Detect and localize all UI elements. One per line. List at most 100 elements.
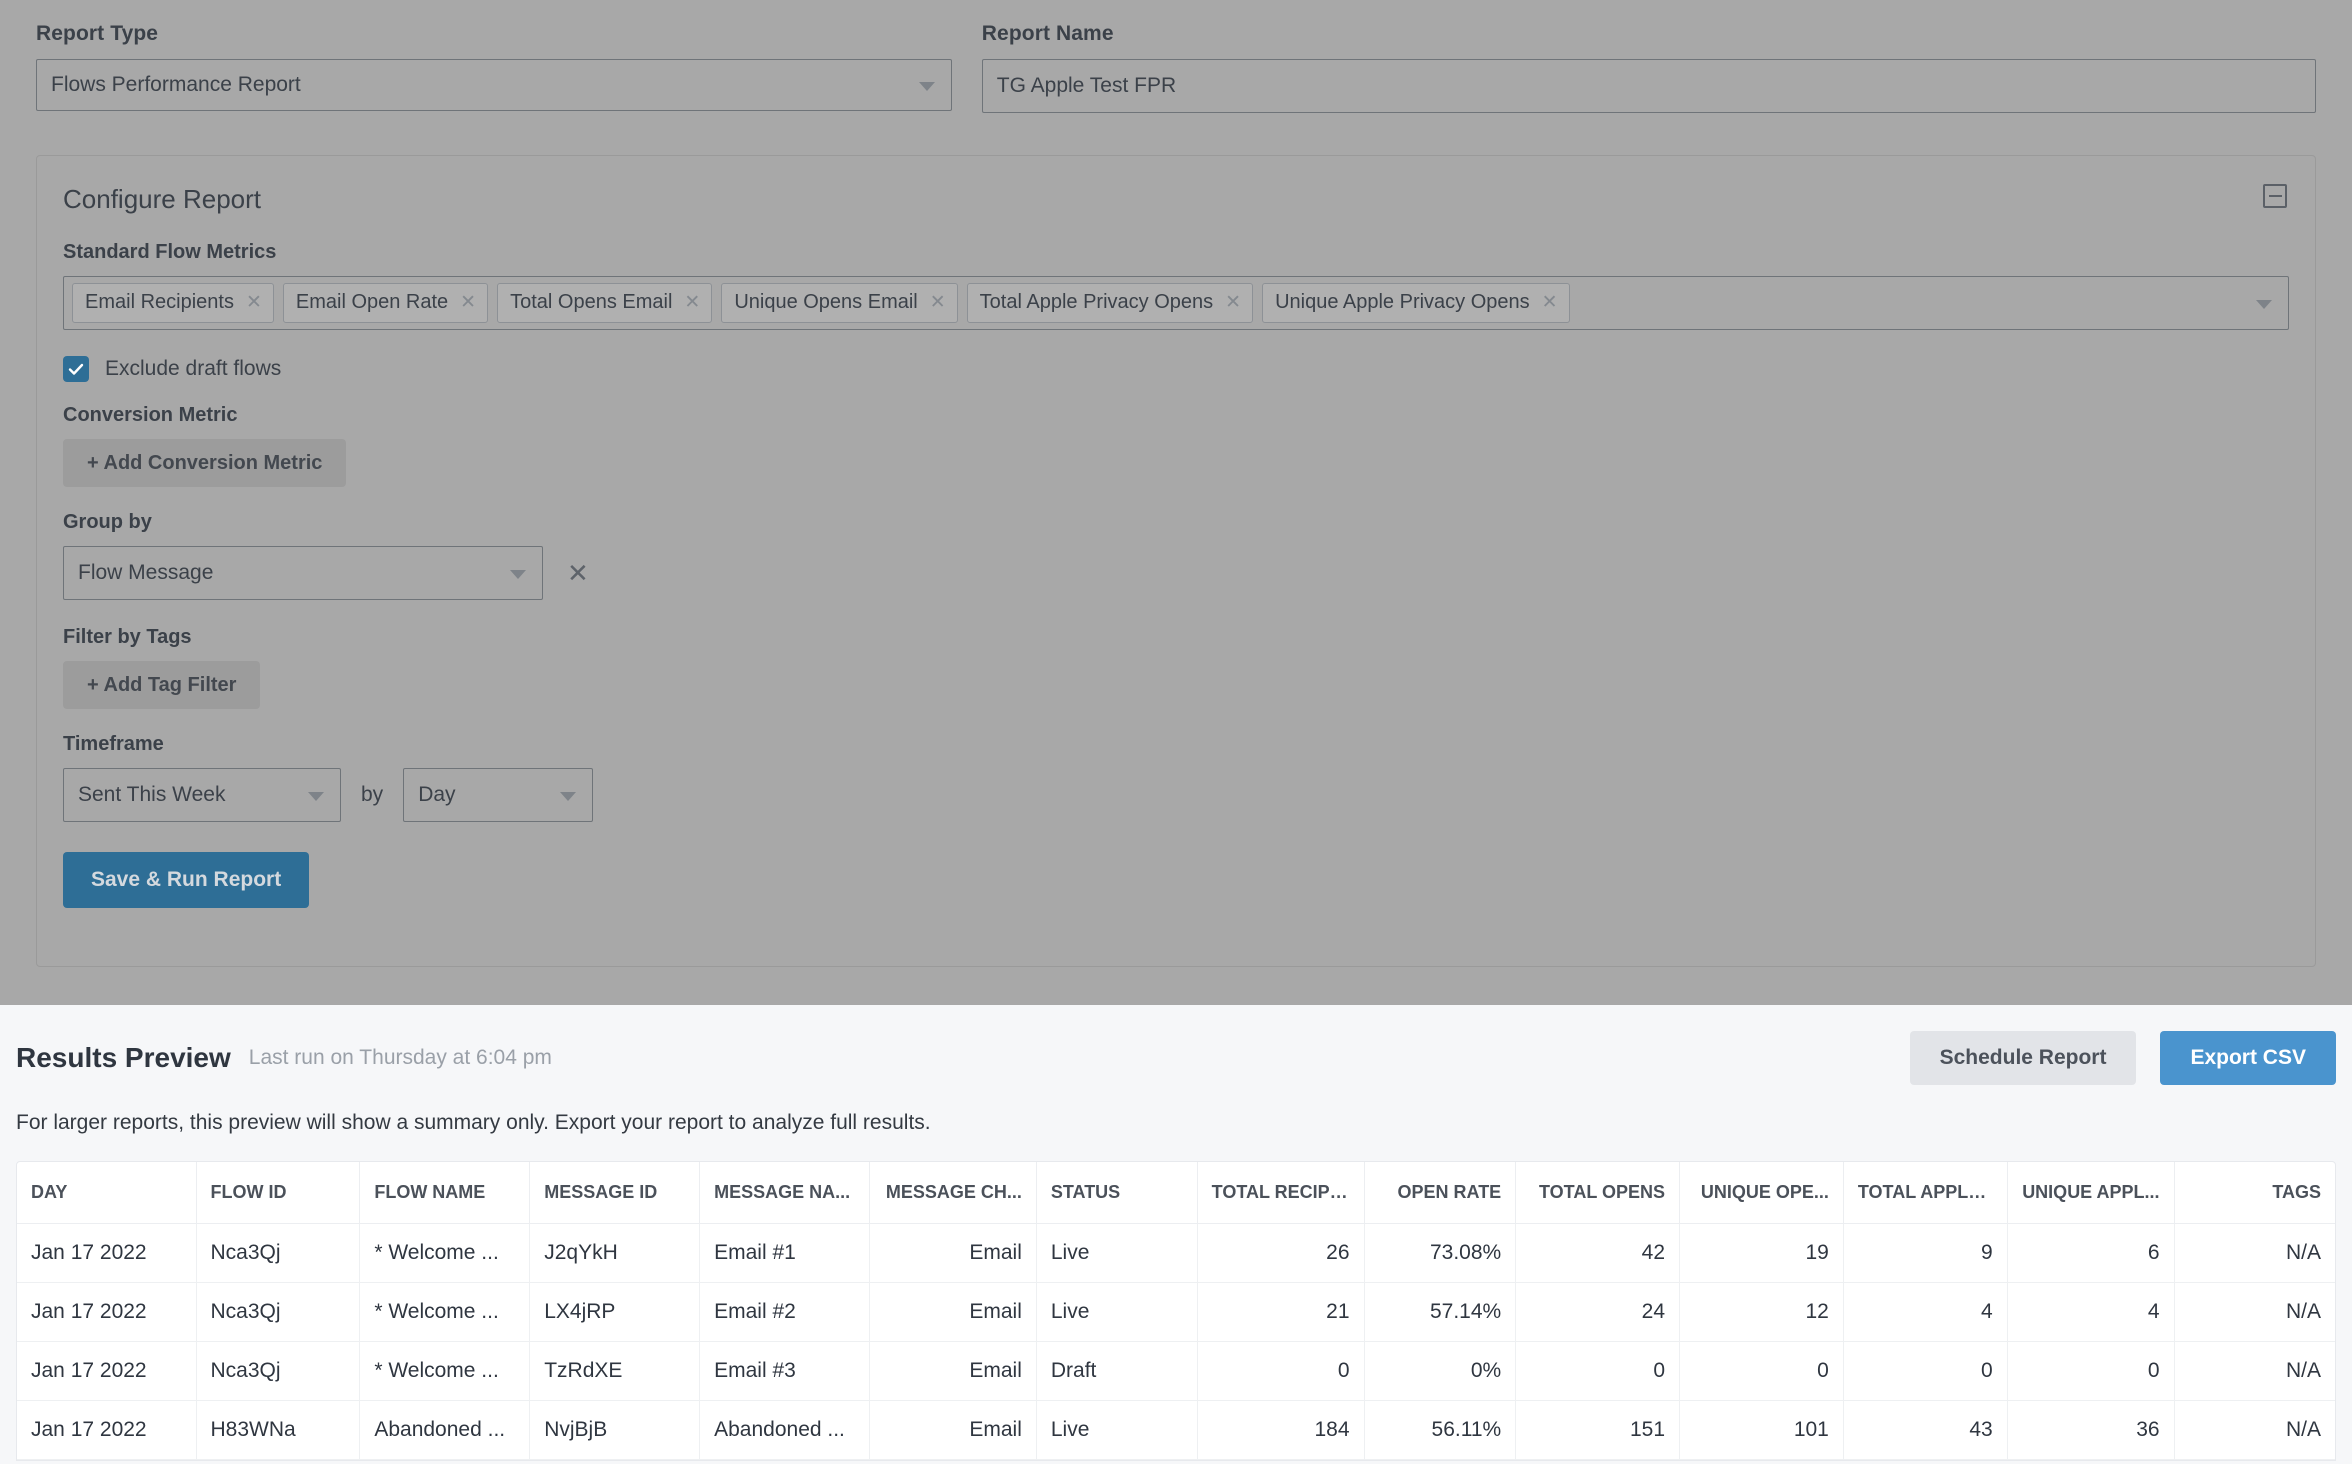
cell-unique-opens: 86 xyxy=(1679,1459,1844,1460)
cell-status: Live xyxy=(1036,1282,1198,1342)
chevron-down-icon[interactable] xyxy=(2256,300,2272,309)
col-status[interactable]: STATUS xyxy=(1036,1162,1198,1224)
results-table-wrapper[interactable]: DAY FLOW ID FLOW NAME MESSAGE ID MESSAGE… xyxy=(16,1161,2336,1461)
metric-chip-label: Total Apple Privacy Opens xyxy=(979,291,1214,313)
col-total-opens[interactable]: TOTAL OPENS xyxy=(1515,1162,1681,1224)
cell-message-name: Email #1 xyxy=(699,1223,870,1283)
cell-tags: N/A xyxy=(2174,1282,2335,1342)
metric-chip[interactable]: Unique Apple Privacy Opens ✕ xyxy=(1262,283,1570,323)
metric-chip[interactable]: Unique Opens Email ✕ xyxy=(721,283,958,323)
col-message-name[interactable]: MESSAGE NA... xyxy=(699,1162,870,1224)
table-row[interactable]: Jan 17 2022 Nca3Qj * Welcome ... J2qYkH … xyxy=(17,1223,2335,1283)
results-preview-header: Results Preview Last run on Thursday at … xyxy=(16,1005,2336,1085)
close-icon[interactable]: ✕ xyxy=(246,293,262,312)
group-by-row: Flow Message ✕ xyxy=(63,546,2289,600)
cell-flow-id: Nca3Qj xyxy=(196,1282,361,1342)
report-type-select[interactable]: Flows Performance Report xyxy=(36,59,952,111)
results-actions: Schedule Report Export CSV xyxy=(1909,1031,2336,1085)
cell-total-apple-privacy-opens: 30 xyxy=(1843,1459,2008,1460)
timeframe-interval-select[interactable]: Day xyxy=(403,768,594,822)
close-icon[interactable]: ✕ xyxy=(1225,293,1241,312)
report-name-label: Report Name xyxy=(981,22,1114,45)
collapse-icon[interactable] xyxy=(2263,184,2287,208)
metric-chip[interactable]: Total Opens Email ✕ xyxy=(497,283,713,323)
col-unique-apple-privacy-opens[interactable]: UNIQUE APPL... xyxy=(2007,1162,2175,1224)
cell-message-name: Email #2 xyxy=(699,1282,870,1342)
cell-message-channel: Email xyxy=(869,1282,1037,1342)
close-icon[interactable]: ✕ xyxy=(930,293,946,312)
table-row[interactable]: Jan 17 2022 Nca3Qj * Welcome ... TzRdXE … xyxy=(17,1341,2335,1401)
standard-flow-metrics-label: Standard Flow Metrics xyxy=(63,241,277,263)
col-open-rate[interactable]: OPEN RATE xyxy=(1364,1162,1517,1224)
table-row[interactable]: Jan 17 2022 Nca3Qj * Welcome ... LX4jRP … xyxy=(17,1282,2335,1342)
col-message-id[interactable]: MESSAGE ID xyxy=(529,1162,701,1224)
results-preview-note: For larger reports, this preview will sh… xyxy=(16,1111,931,1134)
report-config-overlay: Report Type Flows Performance Report Rep… xyxy=(0,0,2352,1005)
metric-chip[interactable]: Total Apple Privacy Opens ✕ xyxy=(966,283,1254,323)
configure-report-title: Configure Report xyxy=(63,184,261,214)
col-message-channel[interactable]: MESSAGE CH... xyxy=(869,1162,1037,1224)
cell-total-opens: 151 xyxy=(1515,1400,1681,1460)
metric-chip-label: Email Recipients xyxy=(85,291,234,313)
cell-unique-apple-privacy-opens: 26 xyxy=(2007,1459,2175,1460)
report-identity-fields: Report Type Flows Performance Report Rep… xyxy=(36,22,2316,113)
cell-day: Jan 17 2022 xyxy=(17,1459,197,1460)
cell-unique-apple-privacy-opens: 0 xyxy=(2007,1341,2175,1401)
col-flow-id[interactable]: FLOW ID xyxy=(196,1162,361,1224)
close-icon[interactable]: ✕ xyxy=(684,293,700,312)
cell-message-name: Abandoned ... xyxy=(699,1400,870,1460)
close-icon[interactable]: ✕ xyxy=(460,293,476,312)
cell-status: Draft xyxy=(1036,1341,1198,1401)
standard-flow-metrics-multiselect[interactable]: Email Recipients ✕ Email Open Rate ✕ Tot… xyxy=(63,276,2289,330)
col-total-recipients[interactable]: TOTAL RECIPI... xyxy=(1197,1162,1365,1224)
cell-status: Live xyxy=(1036,1459,1198,1460)
table-header-row: DAY FLOW ID FLOW NAME MESSAGE ID MESSAGE… xyxy=(17,1162,2335,1224)
cell-day: Jan 17 2022 xyxy=(17,1400,197,1460)
exclude-draft-flows-checkbox[interactable] xyxy=(63,356,89,382)
table-row[interactable]: Jan 17 2022 H83WNa Abandoned ... NvjBjB … xyxy=(17,1400,2335,1460)
col-tags[interactable]: TAGS xyxy=(2174,1162,2335,1224)
cell-status: Live xyxy=(1036,1400,1198,1460)
col-flow-name[interactable]: FLOW NAME xyxy=(359,1162,531,1224)
export-csv-button[interactable]: Export CSV xyxy=(2160,1031,2336,1085)
timeframe-select[interactable]: Sent This Week xyxy=(63,768,341,822)
metric-chip[interactable]: Email Recipients ✕ xyxy=(72,283,274,323)
cell-message-channel: Email xyxy=(869,1341,1037,1401)
cell-total-recipients: 21 xyxy=(1197,1282,1365,1342)
report-name-input[interactable]: TG Apple Test FPR xyxy=(981,59,2316,113)
cell-total-opens: 42 xyxy=(1515,1223,1681,1283)
cell-message-id: NvjBjB xyxy=(529,1400,701,1460)
table-row[interactable]: Jan 17 2022 H83WNa Abandoned ... Mfhw6m … xyxy=(17,1459,2335,1460)
cell-flow-name: * Welcome ... xyxy=(359,1341,531,1401)
configure-report-card: Configure Report Standard Flow Metrics E… xyxy=(36,155,2316,967)
exclude-draft-flows-label: Exclude draft flows xyxy=(105,357,282,380)
metric-chip[interactable]: Email Open Rate ✕ xyxy=(282,283,489,323)
group-by-select[interactable]: Flow Message xyxy=(63,546,543,600)
metric-chip-label: Unique Opens Email xyxy=(734,291,918,313)
col-unique-opens[interactable]: UNIQUE OPE... xyxy=(1679,1162,1844,1224)
cell-message-channel: Email xyxy=(869,1223,1037,1283)
cell-flow-name: Abandoned ... xyxy=(359,1400,531,1460)
cell-flow-name: * Welcome ... xyxy=(359,1282,531,1342)
exclude-draft-flows-row[interactable]: Exclude draft flows xyxy=(63,356,2289,382)
results-preview-title: Results Preview xyxy=(16,1042,231,1073)
col-total-apple-privacy-opens[interactable]: TOTAL APPLE ... xyxy=(1843,1162,2008,1224)
cell-unique-apple-privacy-opens: 4 xyxy=(2007,1282,2175,1342)
save-and-run-report-button[interactable]: Save & Run Report xyxy=(63,852,310,908)
schedule-report-button[interactable]: Schedule Report xyxy=(1909,1031,2137,1085)
cell-unique-apple-privacy-opens: 36 xyxy=(2007,1400,2175,1460)
metric-chip-label: Unique Apple Privacy Opens xyxy=(1275,291,1530,313)
cell-flow-id: Nca3Qj xyxy=(196,1223,361,1283)
add-tag-filter-button[interactable]: + Add Tag Filter xyxy=(63,661,261,709)
col-day[interactable]: DAY xyxy=(17,1162,197,1224)
report-type-value: Flows Performance Report xyxy=(51,73,301,96)
remove-group-by-icon[interactable]: ✕ xyxy=(567,560,589,586)
cell-total-apple-privacy-opens: 9 xyxy=(1843,1223,2008,1283)
chevron-down-icon xyxy=(308,792,324,801)
add-conversion-metric-button[interactable]: + Add Conversion Metric xyxy=(63,439,347,487)
metric-chip-label: Email Open Rate xyxy=(295,291,449,313)
close-icon[interactable]: ✕ xyxy=(1542,293,1558,312)
cell-flow-name: Abandoned ... xyxy=(359,1459,531,1460)
cell-message-name: Abandoned ... xyxy=(699,1459,870,1460)
cell-message-id: LX4jRP xyxy=(529,1282,701,1342)
